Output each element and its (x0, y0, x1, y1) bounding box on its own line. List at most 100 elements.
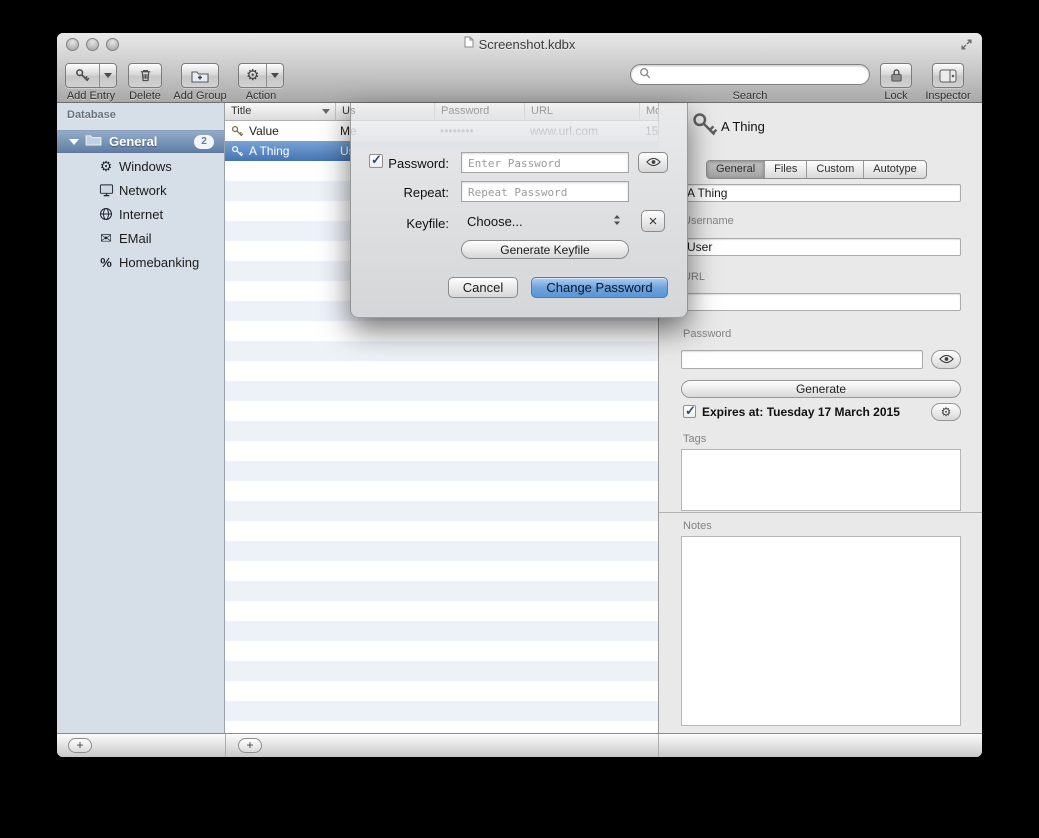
fullscreen-icon[interactable] (960, 38, 974, 52)
title-field[interactable] (681, 184, 961, 202)
change-password-button[interactable]: Change Password (531, 277, 668, 298)
sidebar-item-internet[interactable]: Internet (57, 202, 224, 226)
sidebar-section-header: Database (67, 109, 116, 121)
sheet-password-label: Password: (384, 156, 449, 171)
globe-icon (97, 207, 115, 221)
password-label: Password (683, 328, 731, 340)
divider (659, 512, 982, 513)
window-chrome: Screenshot.kdbx Add Entry Delete Add Gr (57, 33, 982, 103)
expires-label: Expires at: Tuesday 17 March 2015 (702, 405, 900, 419)
gear-icon: ⚙ (941, 406, 952, 418)
entry-count-badge: 2 (194, 135, 214, 149)
search-input[interactable] (656, 68, 861, 82)
search-icon (639, 66, 651, 84)
gear-icon: ⚙ (239, 64, 266, 87)
entry-title: Value (249, 121, 334, 141)
tab-general[interactable]: General (707, 161, 765, 178)
sidebar-item-label: Internet (119, 207, 163, 222)
sidebar: Database General 2 ⚙ Windows Network (57, 103, 225, 733)
repeat-password-field[interactable] (461, 181, 629, 202)
percent-icon: % (97, 256, 115, 269)
sidebar-group-label: General (109, 134, 157, 149)
enter-password-field[interactable] (461, 152, 629, 173)
delete-label: Delete (119, 90, 171, 102)
expires-checkbox[interactable] (683, 405, 696, 418)
tags-field[interactable] (681, 449, 961, 511)
monitor-icon (97, 183, 115, 197)
sidebar-group-general[interactable]: General 2 (57, 130, 224, 153)
inspector-button[interactable] (932, 63, 964, 88)
sort-indicator-icon (322, 109, 330, 114)
generate-keyfile-button[interactable]: Generate Keyfile (461, 240, 629, 259)
username-field[interactable] (681, 238, 961, 256)
eye-icon (646, 155, 661, 170)
lock-button[interactable] (880, 63, 912, 88)
action-label: Action (233, 90, 289, 102)
tab-files[interactable]: Files (765, 161, 807, 178)
inspector-panel: A Thing General Files Custom Autotype Us… (658, 103, 982, 733)
sidebar-item-windows[interactable]: ⚙ Windows (57, 154, 224, 178)
add-group-footer-button[interactable]: + (68, 738, 92, 753)
chevron-down-icon[interactable] (266, 64, 283, 87)
password-checkbox[interactable] (369, 154, 383, 168)
tab-autotype[interactable]: Autotype (864, 161, 925, 178)
username-label: Username (683, 215, 734, 227)
entry-title: A Thing (249, 141, 334, 161)
trash-icon (129, 64, 161, 87)
password-field[interactable] (681, 350, 923, 369)
notes-label: Notes (683, 520, 712, 532)
eye-icon (939, 353, 954, 367)
generate-password-button[interactable]: Generate (681, 380, 961, 398)
sidebar-item-network[interactable]: Network (57, 178, 224, 202)
key-icon (231, 144, 244, 164)
search-field[interactable] (630, 64, 870, 85)
envelope-icon: ✉ (97, 231, 115, 245)
app-window: Screenshot.kdbx Add Entry Delete Add Gr (57, 33, 982, 757)
notes-field[interactable] (681, 536, 961, 726)
key-icon (691, 111, 719, 144)
inspector-tabs: General Files Custom Autotype (706, 160, 927, 179)
change-password-sheet: Password: Repeat: Keyfile: Choose... Gen… (350, 103, 688, 318)
add-entry-footer-button[interactable]: + (238, 738, 262, 753)
url-field[interactable] (681, 293, 961, 311)
main-content: Database General 2 ⚙ Windows Network (57, 103, 982, 733)
stepper-arrows-icon (613, 214, 621, 229)
action-button[interactable]: ⚙ (238, 63, 284, 88)
sidebar-item-label: Homebanking (119, 255, 199, 270)
chevron-down-icon[interactable] (99, 64, 116, 87)
disclosure-triangle-icon[interactable] (69, 139, 79, 145)
sidebar-item-homebanking[interactable]: % Homebanking (57, 250, 224, 274)
sheet-keyfile-label: Keyfile: (384, 216, 449, 231)
sidebar-item-email[interactable]: ✉ EMail (57, 226, 224, 250)
inspector-entry-title: A Thing (721, 119, 765, 134)
show-password-button[interactable] (931, 350, 961, 369)
expires-settings-button[interactable]: ⚙ (931, 403, 961, 421)
clear-keyfile-button[interactable] (641, 210, 665, 232)
add-entry-button[interactable] (65, 63, 117, 88)
sidebar-item-label: Windows (119, 159, 172, 174)
divider (658, 734, 659, 757)
divider (225, 734, 226, 757)
cancel-button[interactable]: Cancel (448, 277, 518, 298)
tags-label: Tags (683, 433, 706, 445)
add-entry-label: Add Entry (57, 90, 125, 102)
delete-button[interactable] (128, 63, 162, 88)
sheet-show-password-button[interactable] (638, 152, 668, 173)
column-header-title[interactable]: Title (225, 103, 336, 120)
sidebar-item-label: EMail (119, 231, 152, 246)
keyfile-popup-value: Choose... (467, 214, 613, 229)
folder-icon (85, 133, 102, 151)
gear-icon: ⚙ (97, 159, 115, 173)
add-group-label: Add Group (167, 90, 233, 102)
sheet-repeat-label: Repeat: (384, 185, 449, 200)
window-title: Screenshot.kdbx (479, 37, 576, 52)
key-icon (66, 64, 99, 87)
titlebar[interactable]: Screenshot.kdbx (57, 33, 982, 55)
keyfile-popup[interactable]: Choose... (461, 210, 629, 232)
folder-plus-icon (182, 64, 218, 87)
lock-label: Lock (873, 90, 919, 102)
panel-icon (933, 64, 963, 87)
tab-custom[interactable]: Custom (807, 161, 864, 178)
add-group-button[interactable] (181, 63, 219, 88)
inspector-label: Inspector (919, 90, 977, 102)
